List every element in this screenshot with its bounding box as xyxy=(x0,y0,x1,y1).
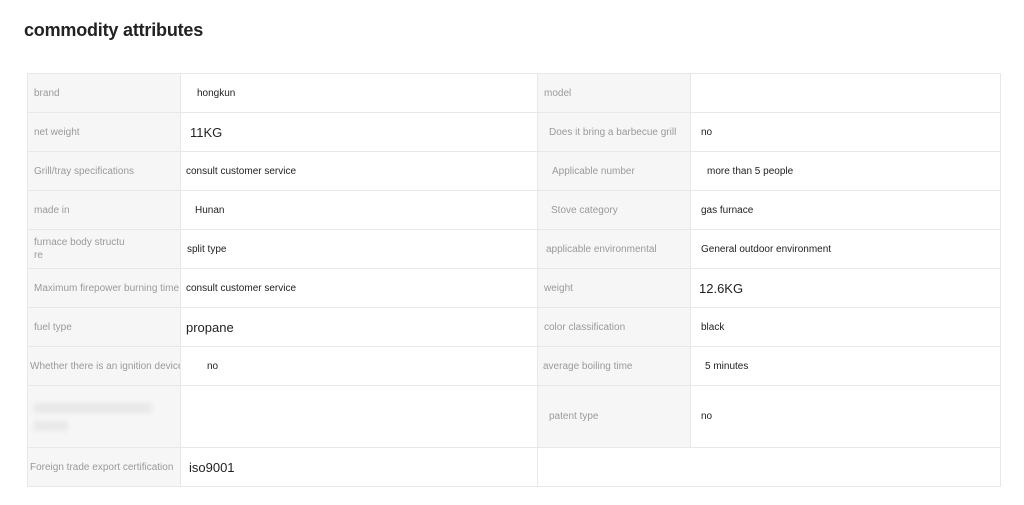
attribute-label: Foreign trade export certification xyxy=(27,447,181,487)
attribute-value: 5 minutes xyxy=(690,346,1001,386)
attribute-label: patent type xyxy=(537,385,691,448)
attribute-value: no xyxy=(690,385,1001,448)
attribute-label: fuel type xyxy=(27,307,181,347)
table-row: brand hongkun model xyxy=(27,73,1001,113)
table-row: Whether there is an ignition device no a… xyxy=(27,346,1001,386)
attribute-value: Hunan xyxy=(180,190,538,230)
attribute-value: black xyxy=(690,307,1001,347)
table-row: fuel type propane color classification b… xyxy=(27,307,1001,347)
attribute-label: Stove category xyxy=(537,190,691,230)
attributes-page: commodity attributes brand hongkun model… xyxy=(0,0,1024,505)
table-row: Maximum firepower burning time consult c… xyxy=(27,268,1001,308)
table-row: Grill/tray specifications consult custom… xyxy=(27,151,1001,191)
attribute-label: model xyxy=(537,73,691,113)
table-row: net weight 11KG Does it bring a barbecue… xyxy=(27,112,1001,152)
page-title: commodity attributes xyxy=(24,20,204,40)
attribute-value xyxy=(180,385,538,448)
attribute-label-text: furnace body structu re xyxy=(34,237,125,261)
attribute-label: Grill/tray specifications xyxy=(27,151,181,191)
attribute-label: Does it bring a barbecue grill xyxy=(537,112,691,152)
attribute-label: color classification xyxy=(537,307,691,347)
attribute-label: Applicable number xyxy=(537,151,691,191)
attribute-value: gas furnace xyxy=(690,190,1001,230)
blurred-text xyxy=(34,402,152,413)
attribute-label: average boiling time xyxy=(537,346,691,386)
attribute-value: iso9001 xyxy=(180,447,538,487)
attribute-value: consult customer service xyxy=(180,151,538,191)
attribute-label: Whether there is an ignition device xyxy=(27,346,181,386)
attribute-value: 11KG xyxy=(180,112,538,152)
attributes-table: brand hongkun model net weight 11KG Does… xyxy=(27,73,1001,487)
table-row: patent type no xyxy=(27,385,1001,448)
table-row: Foreign trade export certification iso90… xyxy=(27,447,1001,487)
attribute-value: General outdoor environment xyxy=(690,229,1001,269)
empty-cell xyxy=(537,447,1001,487)
attribute-value: more than 5 people xyxy=(690,151,1001,191)
table-row: made in Hunan Stove category gas furnace xyxy=(27,190,1001,230)
attribute-value: no xyxy=(180,346,538,386)
attribute-value xyxy=(690,73,1001,113)
attribute-label: made in xyxy=(27,190,181,230)
attribute-value: 12.6KG xyxy=(690,268,1001,308)
attribute-label: applicable environmental xyxy=(537,229,691,269)
table-row: furnace body structu re split type appli… xyxy=(27,229,1001,269)
attribute-label: brand xyxy=(27,73,181,113)
attribute-value: hongkun xyxy=(180,73,538,113)
blurred-text xyxy=(34,420,68,431)
attribute-value: split type xyxy=(180,229,538,269)
attribute-label: weight xyxy=(537,268,691,308)
blurred-label xyxy=(27,385,181,448)
attribute-label: furnace body structu re xyxy=(27,229,181,269)
attribute-value: consult customer service xyxy=(180,268,538,308)
attribute-label: net weight xyxy=(27,112,181,152)
attribute-label: Maximum firepower burning time xyxy=(27,268,181,308)
attribute-value: propane xyxy=(180,307,538,347)
attribute-value: no xyxy=(690,112,1001,152)
